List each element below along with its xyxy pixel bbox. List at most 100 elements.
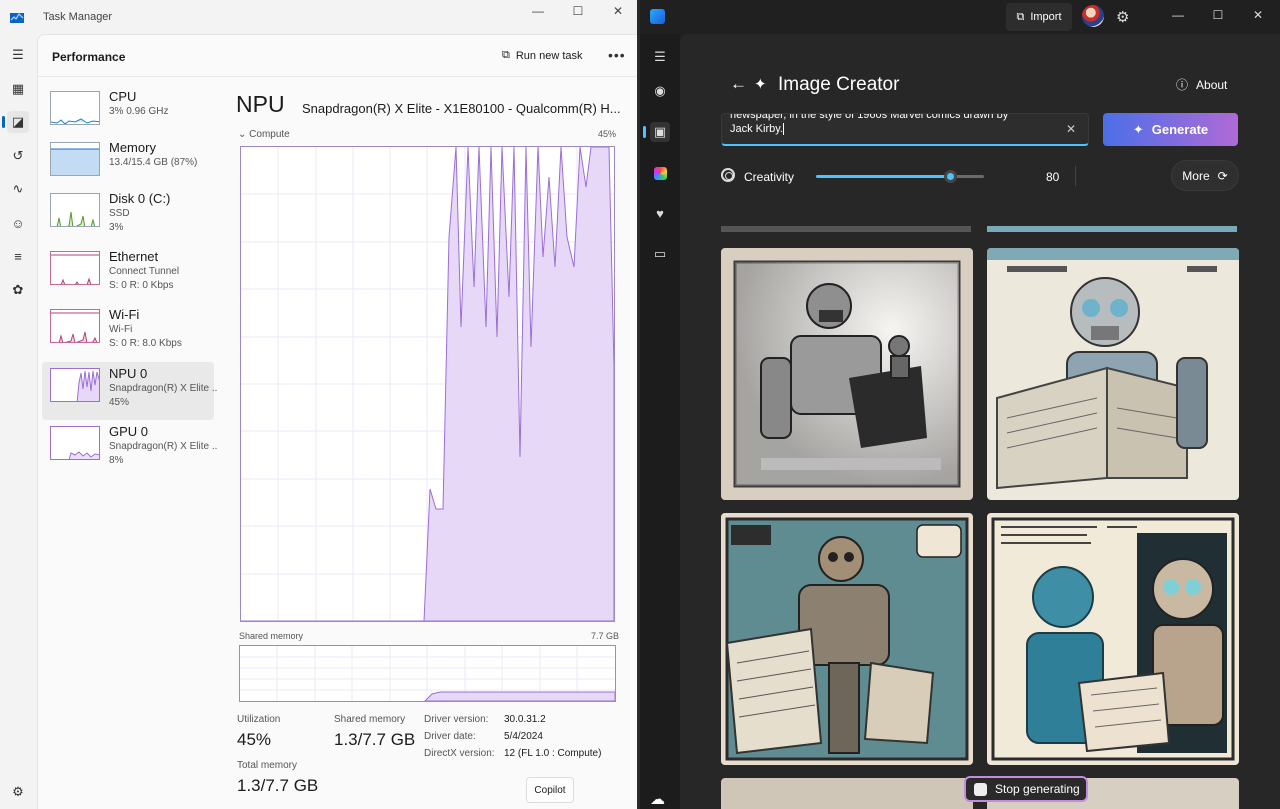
about-button[interactable]: ⓘ About: [1176, 76, 1227, 93]
hamburger-menu-icon[interactable]: ☰: [7, 44, 29, 66]
back-arrow-icon[interactable]: ←: [730, 74, 747, 94]
creativity-slider[interactable]: [816, 170, 984, 183]
npu-compute-graph-svg: [241, 146, 615, 622]
details-icon[interactable]: ≡: [7, 245, 29, 267]
creativity-slider-thumb[interactable]: [944, 170, 958, 183]
perf-item-sub2: 45%: [109, 397, 130, 408]
previous-image-strip: [987, 226, 1237, 232]
creativity-slider-fill: [816, 175, 951, 178]
settings-gear-icon[interactable]: ⚙: [1116, 8, 1129, 26]
minimize-button[interactable]: —: [1163, 8, 1193, 22]
generated-image-1[interactable]: [721, 248, 973, 500]
perf-item-name: NPU 0: [109, 366, 148, 381]
perf-item-name: CPU: [109, 89, 137, 104]
perf-item-sub2: S: 0 R: 0 Kbps: [109, 280, 174, 291]
run-task-label: Run new task: [515, 49, 583, 62]
directx-label: DirectX version:: [424, 748, 495, 759]
perf-item-cpu[interactable]: CPU 3% 0.96 GHz: [42, 85, 214, 143]
run-task-icon: ⧉: [502, 49, 510, 61]
favorites-heart-icon[interactable]: ♥: [650, 203, 670, 223]
perf-item-sub: Snapdragon(R) X Elite ...: [109, 441, 217, 452]
settings-gear-icon[interactable]: ⚙: [7, 781, 29, 803]
perf-item-sub2: S: 0 R: 8.0 Kbps: [109, 338, 182, 349]
perf-item-name: GPU 0: [109, 424, 149, 439]
refresh-icon: ⟳: [1217, 168, 1228, 183]
users-icon[interactable]: ☺: [7, 212, 29, 234]
prompt-input[interactable]: newspaper, in the style of 1960s Marvel …: [721, 113, 1089, 146]
maximize-button[interactable]: ☐: [560, 0, 596, 22]
ethernet-thumbnail-graph: [50, 251, 100, 285]
driver-date-value: 5/4/2024: [504, 731, 543, 742]
total-memory-value: 1.3/7.7 GB: [237, 776, 319, 795]
driver-version-value: 30.0.31.2: [504, 714, 546, 725]
generate-label: Generate: [1151, 122, 1209, 137]
driver-date-label: Driver date:: [424, 731, 476, 742]
generated-image-4[interactable]: [987, 513, 1239, 765]
perf-item-sub: 3% 0.96 GHz: [109, 106, 169, 117]
perf-item-npu[interactable]: NPU 0 Snapdragon(R) X Elite ... 45%: [42, 362, 217, 420]
perf-item-name: Wi-Fi: [109, 307, 140, 322]
memory-thumbnail-graph: [50, 142, 100, 176]
more-options-icon[interactable]: •••: [608, 47, 626, 63]
npu-compute-graph: [240, 146, 615, 622]
compute-dropdown[interactable]: ⌄ Compute: [238, 129, 290, 140]
compute-max-label: 45%: [598, 129, 617, 139]
perf-item-sub: Connect Tunnel: [109, 266, 180, 277]
shared-memory-graph-max: 7.7 GB: [591, 631, 620, 641]
minimize-button[interactable]: —: [520, 0, 556, 22]
gpu-thumbnail-graph: [50, 426, 100, 460]
perf-item-memory[interactable]: Memory 13.4/15.4 GB (87%): [42, 136, 214, 194]
perf-item-sub2: 3%: [109, 222, 124, 233]
import-label: Import: [1030, 11, 1062, 23]
prompt-line-2: Jack Kirby.: [730, 122, 1050, 136]
performance-icon[interactable]: ◪: [2, 111, 29, 133]
import-icon: ⧉: [1016, 10, 1025, 23]
driver-version-label: Driver version:: [424, 714, 489, 725]
prompt-line-1: newspaper, in the style of 1960s Marvel …: [730, 113, 1009, 121]
image-creator-nav-icon[interactable]: ▣: [643, 122, 670, 142]
hamburger-menu-icon[interactable]: ☰: [650, 47, 670, 67]
generated-image-5[interactable]: [721, 778, 973, 809]
import-button[interactable]: ⧉ Import: [1006, 3, 1072, 31]
stop-icon: [974, 782, 987, 796]
info-icon: ⓘ: [1176, 78, 1189, 92]
generated-image-3[interactable]: [721, 513, 973, 765]
perf-item-ethernet[interactable]: Ethernet Connect Tunnel S: 0 R: 0 Kbps: [42, 245, 214, 303]
perf-item-sub: Wi-Fi: [109, 324, 133, 335]
avatar[interactable]: [1082, 5, 1104, 27]
stop-generating-button[interactable]: Stop generating: [964, 776, 1088, 802]
ic-titlebar: ⧉ Import ⚙ — ☐ ✕: [640, 0, 1280, 34]
perf-item-gpu[interactable]: GPU 0 Snapdragon(R) X Elite ... 8%: [42, 420, 217, 478]
stop-generating-label: Stop generating: [995, 782, 1080, 796]
processes-icon[interactable]: ▦: [7, 78, 29, 100]
shared-memory-value: 1.3/7.7 GB: [334, 730, 416, 749]
generated-images-grid: [720, 214, 1240, 809]
perf-item-disk[interactable]: Disk 0 (C:) SSD 3%: [42, 187, 214, 245]
perf-item-wifi[interactable]: Wi-Fi Wi-Fi S: 0 R: 8.0 Kbps: [42, 303, 214, 361]
services-icon[interactable]: ✿: [7, 279, 29, 301]
page-title: Performance: [52, 50, 126, 64]
gallery-icon[interactable]: ◉: [650, 81, 670, 101]
task-manager-logo-icon: [10, 12, 24, 23]
photos-color-icon[interactable]: [650, 163, 670, 183]
directx-value: 12 (FL 1.0 : Compute): [504, 748, 602, 759]
folder-icon[interactable]: ▭: [650, 244, 670, 264]
generated-image-2[interactable]: [987, 248, 1239, 500]
detail-title: NPU: [236, 91, 285, 117]
run-new-task-button[interactable]: ⧉ Run new task: [502, 49, 583, 62]
maximize-button[interactable]: ☐: [1203, 8, 1233, 22]
generate-button[interactable]: ✦ Generate: [1103, 113, 1238, 146]
close-button[interactable]: ✕: [600, 0, 636, 22]
more-button[interactable]: More ⟳: [1171, 160, 1239, 191]
page-title: Image Creator: [778, 74, 900, 95]
prompt-line-2-text: Jack Kirby.: [730, 123, 783, 135]
startup-apps-icon[interactable]: ∿: [7, 178, 29, 200]
close-button[interactable]: ✕: [1243, 8, 1273, 22]
prompt-text: newspaper, in the style of 1960s Marvel …: [730, 113, 1050, 136]
onedrive-cloud-icon[interactable]: ☁: [650, 790, 665, 808]
perf-item-sub: SSD: [109, 208, 130, 219]
about-label: About: [1196, 77, 1228, 92]
perf-item-sub: Snapdragon(R) X Elite ...: [109, 383, 217, 394]
app-history-icon[interactable]: ↺: [7, 145, 29, 167]
clear-prompt-icon[interactable]: ✕: [1066, 122, 1076, 136]
